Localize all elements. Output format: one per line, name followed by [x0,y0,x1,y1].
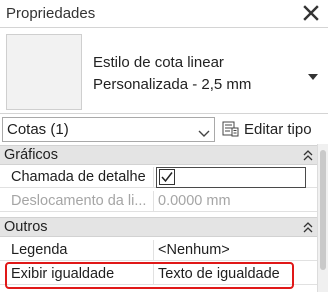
category-filter-dropdown[interactable]: Cotas (1) [2,117,215,142]
close-icon[interactable] [300,2,322,24]
property-name: Deslocamento da li... [0,191,154,211]
category-others[interactable]: Outros [0,217,317,237]
type-preview-image [6,34,82,110]
collapse-icon[interactable] [303,221,313,237]
property-name: Chamada de detalhe [0,167,154,187]
property-name: Legenda [0,240,154,260]
category-graphics[interactable]: Gráficos [0,145,317,165]
property-row-legend: Legenda <Nenhum> [0,240,317,261]
selection-filter-row: Cotas (1) Editar tipo [0,114,328,144]
chevron-down-icon [198,125,210,141]
edit-type-icon [222,120,239,140]
category-graphics-label: Gráficos [4,147,58,163]
type-selector[interactable]: Estilo de cota linear Personalizada - 2,… [0,28,328,114]
category-others-label: Outros [4,219,48,235]
edit-type-button[interactable]: Editar tipo [222,117,312,142]
scrollbar[interactable] [317,144,328,292]
highlight-box [5,262,294,289]
collapse-icon[interactable] [303,149,313,165]
legend-value[interactable]: <Nenhum> [155,240,317,260]
property-row-detail-callout: Chamada de detalhe [0,167,317,188]
detail-callout-checkbox-cell[interactable] [156,167,306,188]
type-name-label: Personalizada - 2,5 mm [93,76,252,93]
checkmark-icon [161,172,173,183]
edit-type-label: Editar tipo [244,121,312,138]
type-name: Estilo de cota linear Personalizada - 2,… [93,52,251,96]
properties-titlebar: Propriedades [0,0,328,28]
scrollbar-thumb[interactable] [320,150,326,270]
type-family-label: Estilo de cota linear [93,54,224,71]
category-filter-value: Cotas (1) [7,121,69,138]
dropdown-arrow-icon[interactable] [308,68,318,84]
property-value: 0.0000 mm [158,193,231,209]
detail-callout-checkbox[interactable] [159,169,175,185]
property-row-line-offset: Deslocamento da li... 0.0000 mm [0,191,317,212]
panel-title: Propriedades [6,5,96,22]
